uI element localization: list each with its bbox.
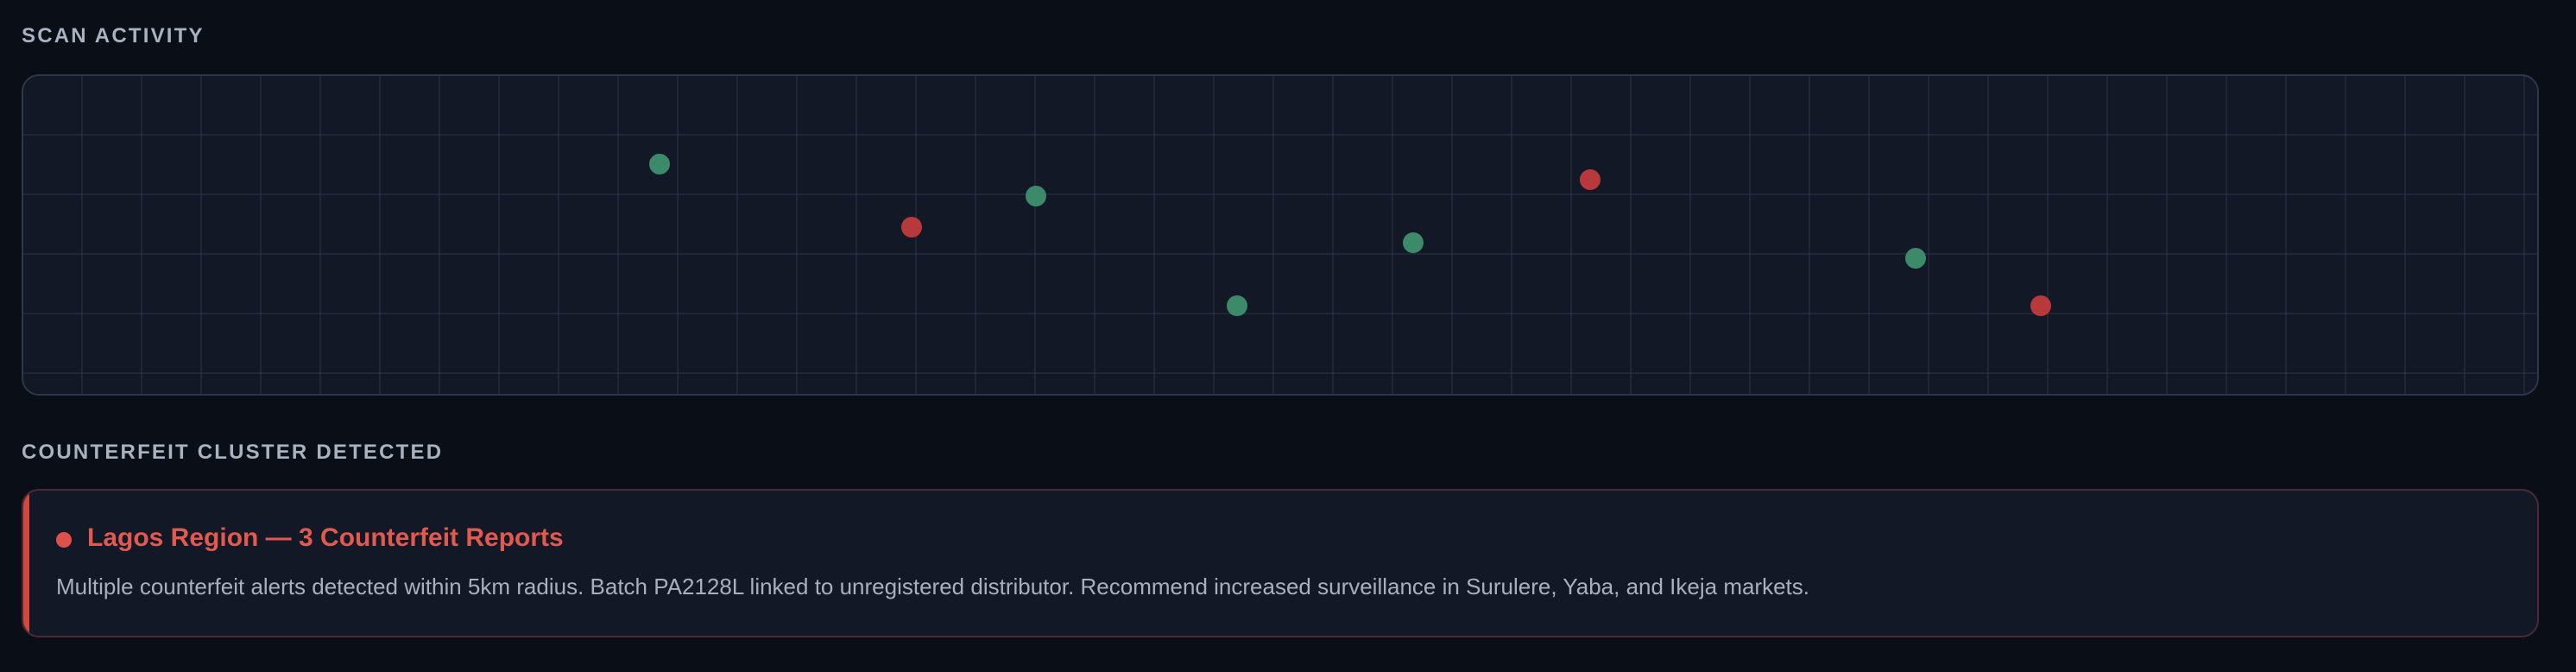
scan-marker-counterfeit[interactable] — [901, 217, 922, 238]
scan-marker-clean[interactable] — [1403, 232, 1424, 253]
page: SCAN ACTIVITY COUNTERFEIT CLUSTER DETECT… — [0, 0, 2576, 672]
counterfeit-cluster-title: COUNTERFEIT CLUSTER DETECTED — [22, 441, 444, 464]
scan-activity-plot — [22, 74, 2539, 396]
scan-marker-counterfeit[interactable] — [1580, 169, 1601, 190]
alert-accent-bar — [23, 491, 29, 636]
scan-marker-clean[interactable] — [649, 154, 670, 174]
scan-marker-clean[interactable] — [1026, 186, 1046, 206]
alert-description: Multiple counterfeit alerts detected wit… — [56, 574, 1809, 599]
scan-activity-title: SCAN ACTIVITY — [22, 24, 205, 48]
alert-status-icon — [56, 532, 72, 548]
cluster-alert-card[interactable]: Lagos Region — 3 Counterfeit Reports Mul… — [22, 489, 2539, 637]
scan-marker-clean[interactable] — [1905, 248, 1926, 269]
scan-marker-clean[interactable] — [1227, 295, 1247, 316]
scan-marker-counterfeit[interactable] — [2030, 295, 2051, 316]
alert-heading: Lagos Region — 3 Counterfeit Reports — [87, 523, 564, 552]
